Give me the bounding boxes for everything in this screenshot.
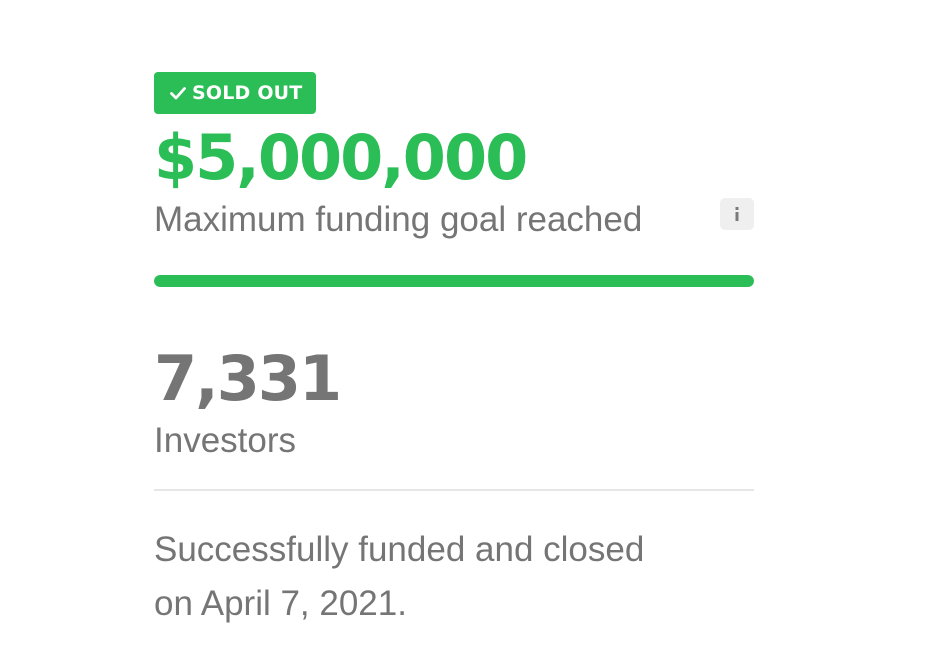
investors-count: 7,331 — [154, 342, 342, 415]
info-icon — [735, 207, 739, 221]
info-button[interactable] — [720, 198, 754, 230]
funding-progress-bar — [154, 275, 754, 287]
closing-status-text: Successfully funded and closed on April … — [154, 530, 645, 623]
funding-goal-row: Maximum funding goal reached — [154, 198, 754, 239]
sold-out-badge: SOLD OUT — [154, 72, 317, 114]
check-icon — [168, 83, 188, 103]
sold-out-label: SOLD OUT — [192, 82, 303, 104]
investors-label: Investors — [154, 421, 296, 460]
funding-progress-fill — [154, 275, 754, 287]
funding-card: SOLD OUT $5,000,000 Maximum funding goal… — [154, 72, 754, 631]
divider — [154, 489, 754, 491]
funding-goal-text: Maximum funding goal reached — [154, 200, 643, 239]
funding-amount: $5,000,000 — [154, 121, 528, 194]
